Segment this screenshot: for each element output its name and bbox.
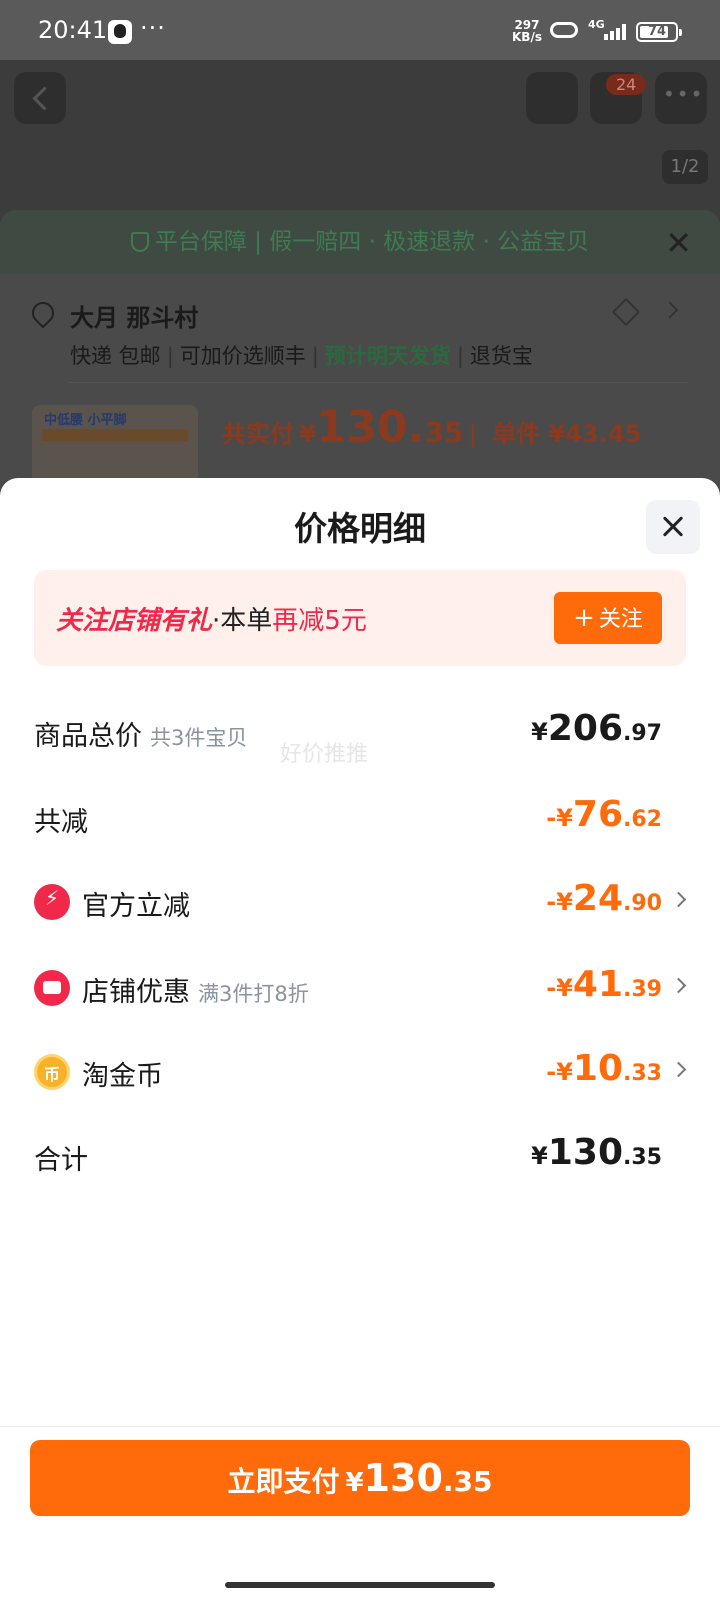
row-label: 合计: [34, 1145, 88, 1176]
back-button[interactable]: [14, 72, 66, 124]
image-page-indicator: 1/2: [662, 150, 708, 184]
price-row-total-goods: 商品总价 共3件宝贝 ¥206.97: [34, 702, 686, 762]
follow-button[interactable]: + 关注: [554, 592, 662, 644]
shield-icon: [130, 232, 149, 252]
shipping-eta: 预计明天发货: [324, 344, 451, 368]
row-sub: 共3件宝贝: [150, 726, 248, 750]
close-button[interactable]: [646, 500, 700, 554]
row-amount: -¥76.62: [546, 794, 662, 835]
row-sub: 满3件打8折: [198, 982, 309, 1006]
price-row-store-discount[interactable]: 店铺优惠 满3件打8折 -¥41.39: [34, 958, 687, 1018]
platform-guarantee-bar: 平台保障 | 假一赔四 · 极速退款 · 公益宝贝: [0, 210, 720, 274]
chevron-right-icon: [670, 891, 687, 908]
guarantee-text: 平台保障 | 假一赔四 · 极速退款 · 公益宝贝: [154, 229, 590, 255]
row-amount: ¥130.35: [531, 1132, 662, 1173]
cart-badge: 24: [606, 74, 647, 95]
follow-highlight: 关注店铺有礼: [56, 606, 213, 636]
follow-order-text: 本单: [220, 606, 273, 636]
row-amount: ¥206.97: [531, 708, 662, 749]
battery-icon: 74: [636, 22, 682, 42]
separator: |: [456, 344, 464, 368]
follow-promo-text: 关注店铺有礼·本单再减5元: [56, 600, 367, 637]
separator: |: [468, 420, 478, 448]
price-row-official-discount[interactable]: 官方立减 -¥24.90: [34, 872, 687, 932]
row-label: 官方立减: [82, 891, 190, 922]
pay-dec: 35: [424, 416, 464, 449]
status-time: 20:41: [38, 16, 108, 44]
location-icon: [27, 297, 59, 329]
pay-currency: ¥: [299, 420, 316, 448]
more-notifications-icon: ···: [140, 14, 166, 42]
row-label: 共减: [34, 807, 88, 838]
pay-int: 130.: [315, 402, 425, 453]
coin-icon: [34, 1054, 70, 1090]
row-label: 淘金币: [82, 1061, 163, 1092]
divider: [0, 1426, 720, 1427]
network-speed: 297 KB/s: [512, 19, 542, 43]
divider: [68, 382, 688, 383]
price-detail-modal: 价格明细 关注店铺有礼·本单再减5元 + 关注 好价推推 商品总价 共3件宝贝 ¥2…: [0, 478, 720, 1600]
network-speed-unit: KB/s: [512, 30, 542, 44]
row-label: 店铺优惠: [82, 977, 190, 1008]
pay-label: 共实付: [222, 420, 294, 448]
plus-icon: +: [573, 603, 595, 633]
follow-store-banner: 关注店铺有礼·本单再减5元 + 关注: [34, 570, 686, 666]
row-amount: -¥41.39: [546, 964, 662, 1005]
flash-icon: [34, 884, 70, 920]
product-tag: 中低腰 小平脚: [44, 413, 127, 428]
price-row-total-discount: 共减 -¥76.62: [34, 788, 686, 848]
share-icon[interactable]: [526, 72, 578, 124]
home-indicator[interactable]: [225, 1582, 495, 1588]
modal-title: 价格明细: [294, 509, 426, 548]
follow-button-label: 关注: [598, 607, 643, 632]
unit-price: 单件 ¥43.45: [492, 420, 642, 448]
shipping-express: 快递 包邮: [70, 344, 161, 368]
separator: |: [311, 344, 319, 368]
separator: |: [166, 344, 174, 368]
qq-icon: [108, 20, 132, 44]
row-amount: -¥10.33: [546, 1048, 662, 1089]
pay-button-label: 立即支付: [227, 1465, 340, 1498]
row-amount: -¥24.90: [546, 878, 662, 919]
price-row-taobao-coins[interactable]: 淘金币 -¥10.33: [34, 1042, 687, 1102]
chevron-right-icon: [670, 977, 687, 994]
follow-discount: 再减5元: [272, 606, 367, 636]
shop-icon: [34, 970, 70, 1006]
sheet-close-icon[interactable]: ✕: [665, 224, 692, 262]
more-icon[interactable]: [655, 72, 707, 124]
edit-icon[interactable]: [611, 297, 641, 327]
pay-now-button[interactable]: 立即支付 ¥130.35: [30, 1440, 690, 1516]
signal-icon: [596, 22, 626, 40]
chevron-right-icon[interactable]: [661, 301, 679, 319]
price-row-grand-total: 合计 ¥130.35: [34, 1126, 686, 1186]
shipping-info: 快递 包邮 | 可加价选顺丰 | 预计明天发货 | 退货宝: [70, 340, 533, 370]
order-sheet-background: 平台保障 | 假一赔四 · 极速退款 · 公益宝贝 ✕ 大月 那斗村 快递 包邮…: [0, 210, 720, 500]
row-label: 商品总价: [34, 721, 142, 752]
shipping-return: 退货宝: [469, 344, 533, 368]
shipping-shunfeng: 可加价选顺丰: [179, 344, 306, 368]
chevron-right-icon: [670, 1061, 687, 1078]
battery-level: 74: [647, 24, 667, 39]
address-name[interactable]: 大月 那斗村: [70, 298, 198, 333]
hotspot-icon: [550, 22, 578, 38]
status-bar: 20:41 ··· 297 KB/s 4G 74: [0, 0, 720, 60]
actual-payment: 共实付 ¥130.35 | 单件 ¥43.45: [222, 402, 641, 453]
